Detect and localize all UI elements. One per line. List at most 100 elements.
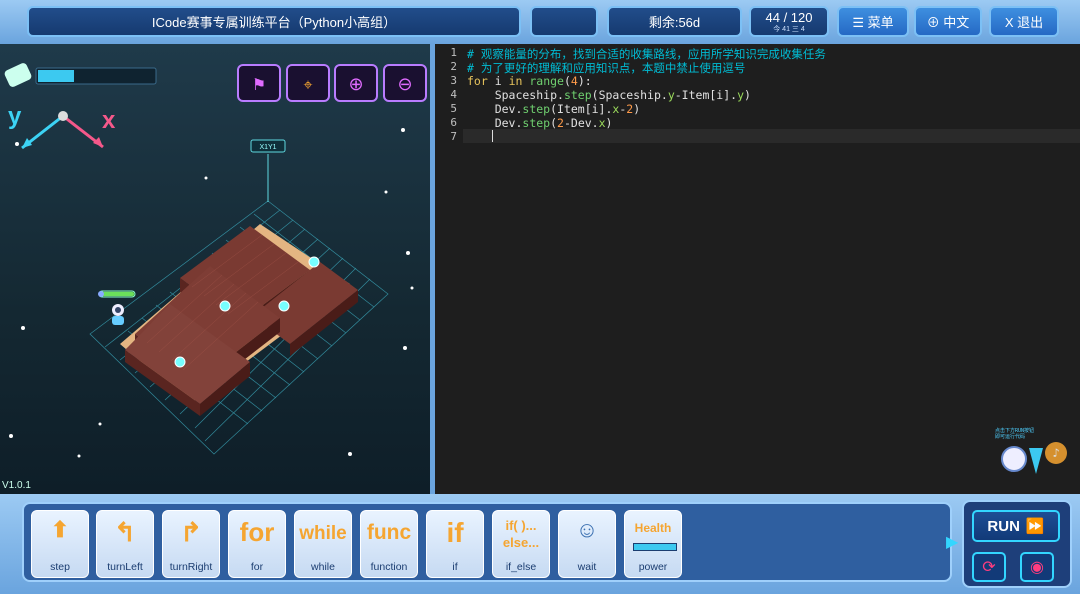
- code-line-6[interactable]: Dev.step(2-Dev.x): [467, 116, 613, 130]
- top-bar: ICode赛事专属训练平台（Python小高组） 剩余:56d 44 / 120…: [0, 0, 1080, 44]
- step-icon: ⬆: [50, 517, 70, 542]
- fast-forward-icon: ⏩: [1025, 518, 1045, 535]
- code-line-5[interactable]: Dev.step(Item[i].x-2): [467, 102, 640, 116]
- arrow-down-icon: [1029, 448, 1043, 474]
- robot-icon: [98, 290, 136, 325]
- block-function[interactable]: func function: [360, 510, 418, 578]
- turn-left-icon: ↰: [114, 517, 136, 547]
- language-button[interactable]: ⊕ 中文: [914, 6, 982, 37]
- tooltip-text: 点击下方RUN按钮 即可运行代码: [995, 428, 1035, 440]
- line-number: 6: [450, 116, 457, 129]
- line-number: 4: [450, 88, 457, 101]
- token: 2: [557, 116, 564, 130]
- token: y: [667, 88, 675, 102]
- exit-button[interactable]: X 退出: [989, 6, 1059, 37]
- helper-robot: 点击下方RUN按钮 即可运行代码 ♪: [995, 428, 1077, 490]
- token: step: [522, 116, 551, 130]
- for-icon: for: [239, 517, 275, 547]
- line-number: 1: [450, 46, 457, 59]
- token: 4: [570, 74, 578, 88]
- axis-y-label: y: [8, 103, 22, 130]
- text-cursor: [492, 130, 493, 142]
- marker-label: X1Y1: [259, 144, 276, 151]
- axis-indicator: [21, 111, 104, 150]
- token: in: [508, 74, 523, 88]
- while-icon: while: [299, 523, 347, 544]
- block-turnright[interactable]: ↱ turnRight: [162, 510, 220, 578]
- token: Dev.: [467, 102, 523, 116]
- if-else-icon: if( )... else...: [502, 518, 540, 550]
- health-icon: Health: [634, 521, 672, 535]
- code-editor[interactable]: 1 2 3 4 5 6 7 # 观察能量的分布，找到合适的收集路线，应用所学知识…: [435, 44, 1080, 494]
- game-view: X1Y1 y x ⚑ ⌖ ⊕ ⊖ V1.0.1: [0, 44, 430, 494]
- map-icon: ⌖: [303, 77, 312, 94]
- token: Spaceship.: [467, 88, 564, 102]
- run-panel: RUN ⏩ ⟳ ◉: [962, 500, 1072, 588]
- bell-icon[interactable]: ♪: [1045, 442, 1067, 464]
- current-line-highlight: [463, 129, 1080, 143]
- block-step[interactable]: ⬆ step: [31, 510, 89, 578]
- block-if-else[interactable]: if( )... else... if_else: [492, 510, 550, 578]
- line-number: 3: [450, 74, 457, 87]
- energy-bar: [4, 63, 157, 87]
- version-label: V1.0.1: [2, 480, 31, 491]
- code-line-4[interactable]: Spaceship.step(Spaceship.y-Item[i].y): [467, 88, 751, 102]
- block-if[interactable]: if if: [426, 510, 484, 578]
- progress-counter: 44 / 120 今 41 三 4: [749, 6, 829, 37]
- line-number: 7: [450, 130, 457, 143]
- token: ): [633, 102, 641, 116]
- menu-button[interactable]: ☰ 菜单: [837, 6, 909, 37]
- blank-slot: [530, 6, 598, 37]
- zoom-in-icon: ⊕: [348, 74, 363, 94]
- energy-icon: [308, 256, 320, 268]
- turn-right-icon: ↱: [180, 517, 202, 547]
- energy-icon: [219, 300, 231, 312]
- token: i: [487, 74, 509, 88]
- axis-x-label: x: [102, 107, 116, 134]
- block-palette: ⬆ step ↰ turnLeft ↱ turnRight for for wh…: [22, 502, 952, 582]
- token: ):: [577, 74, 592, 88]
- robot-head-icon: [1001, 446, 1027, 472]
- stop-button[interactable]: ◉: [1020, 552, 1054, 582]
- token: (: [563, 74, 571, 88]
- block-palette-bar: ⬆ step ↰ turnLeft ↱ turnRight for for wh…: [0, 494, 1080, 594]
- token: range: [529, 74, 564, 88]
- token: x: [598, 116, 606, 130]
- token: Dev.: [467, 116, 523, 130]
- scene-controls[interactable]: ⚑ ⌖ ⊕ ⊖: [237, 64, 427, 102]
- line-number: 2: [450, 60, 457, 73]
- refresh-icon: ⟳: [982, 559, 996, 576]
- if-icon: if: [446, 517, 464, 548]
- run-button[interactable]: RUN ⏩: [972, 510, 1060, 542]
- token: (Item[i].: [550, 102, 613, 116]
- game-scene: X1Y1 y x ⚑ ⌖ ⊕ ⊖ V1.0.1: [2, 63, 427, 491]
- token: step: [522, 102, 551, 116]
- token: y: [737, 88, 744, 102]
- block-for[interactable]: for for: [228, 510, 286, 578]
- line-gutter: 1 2 3 4 5 6 7: [435, 44, 463, 494]
- remaining-days: 剩余:56d: [607, 6, 742, 37]
- robot-icon: ☺: [575, 517, 599, 542]
- flag-icon: ⚑: [252, 77, 266, 94]
- code-line-3[interactable]: for i in range(4):: [467, 74, 592, 88]
- block-while[interactable]: while while: [294, 510, 352, 578]
- token: step: [563, 88, 592, 102]
- zoom-out-icon: ⊖: [397, 74, 412, 94]
- energy-icon: [278, 300, 290, 312]
- token: -Dev.: [563, 116, 599, 130]
- token: (Spaceship.: [591, 88, 668, 102]
- function-icon: func: [366, 521, 412, 544]
- token: for: [467, 74, 488, 88]
- expand-arrow-icon[interactable]: ▶: [946, 532, 958, 552]
- stop-icon: ◉: [1030, 559, 1044, 576]
- block-wait[interactable]: ☺ wait: [558, 510, 616, 578]
- block-power[interactable]: Health power: [624, 510, 682, 578]
- health-bar: [633, 543, 677, 551]
- reset-button[interactable]: ⟳: [972, 552, 1006, 582]
- page-title: ICode赛事专属训练平台（Python小高组）: [27, 6, 521, 37]
- token: -Item[i].: [674, 88, 738, 102]
- token: (: [550, 116, 558, 130]
- token: ): [744, 88, 751, 102]
- block-turnleft[interactable]: ↰ turnLeft: [96, 510, 154, 578]
- token: ): [605, 116, 613, 130]
